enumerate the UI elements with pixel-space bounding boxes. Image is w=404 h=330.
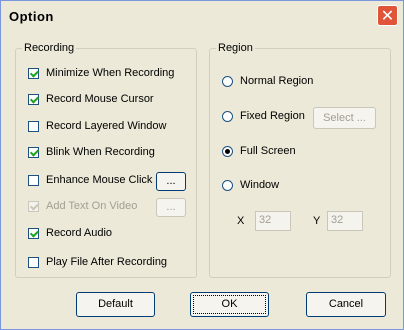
- record-layered-window-label: Record Layered Window: [46, 120, 167, 132]
- default-button[interactable]: Default: [76, 292, 155, 317]
- play-file-after-recording-option[interactable]: Play File After Recording: [28, 254, 167, 270]
- x-field: 32: [255, 211, 291, 231]
- enhance-mouse-click-checkbox[interactable]: [28, 174, 39, 186]
- record-mouse-cursor-option[interactable]: Record Mouse Cursor: [28, 91, 154, 107]
- minimize-when-recording-option[interactable]: Minimize When Recording: [28, 65, 174, 81]
- window-radio[interactable]: [222, 179, 233, 191]
- select-region-button: Select ...: [313, 107, 376, 129]
- region-group: Region Normal Region Fixed Region Select…: [209, 42, 391, 278]
- blink-when-recording-option[interactable]: Blink When Recording: [28, 144, 155, 160]
- fixed-region-option[interactable]: Fixed Region: [222, 108, 305, 124]
- minimize-when-recording-checkbox[interactable]: [28, 67, 39, 79]
- add-text-settings-button: ...: [156, 198, 186, 217]
- play-file-after-recording-checkbox[interactable]: [28, 256, 39, 268]
- record-layered-window-option[interactable]: Record Layered Window: [28, 118, 166, 134]
- record-audio-label: Record Audio: [46, 227, 113, 239]
- title-bar: Option ✕: [1, 1, 403, 31]
- enhance-mouse-click-label: Enhance Mouse Click: [46, 174, 153, 186]
- minimize-when-recording-label: Minimize When Recording: [46, 67, 175, 79]
- close-icon: ✕: [380, 6, 395, 25]
- full-screen-option[interactable]: Full Screen: [222, 143, 296, 159]
- dialog-title: Option: [9, 9, 54, 24]
- add-text-on-video-option: Add Text On Video: [28, 198, 137, 214]
- record-audio-option[interactable]: Record Audio: [28, 225, 112, 241]
- record-mouse-cursor-checkbox[interactable]: [28, 93, 39, 105]
- y-field: 32: [327, 211, 363, 231]
- full-screen-label: Full Screen: [240, 145, 296, 157]
- record-layered-window-checkbox[interactable]: [28, 120, 39, 132]
- normal-region-option[interactable]: Normal Region: [222, 73, 313, 89]
- normal-region-label: Normal Region: [240, 75, 314, 87]
- ok-button[interactable]: OK: [190, 292, 269, 317]
- blink-when-recording-label: Blink When Recording: [46, 146, 155, 158]
- record-audio-checkbox[interactable]: [28, 227, 39, 239]
- fixed-region-radio[interactable]: [222, 110, 233, 122]
- recording-group: Recording Minimize When Recording Record…: [15, 42, 197, 278]
- y-label: Y: [313, 215, 321, 227]
- fixed-region-label: Fixed Region: [240, 110, 305, 122]
- region-group-label: Region: [216, 42, 255, 54]
- add-text-on-video-label: Add Text On Video: [46, 200, 138, 212]
- cancel-button[interactable]: Cancel: [306, 292, 386, 317]
- record-mouse-cursor-label: Record Mouse Cursor: [46, 93, 154, 105]
- add-text-on-video-checkbox: [28, 200, 39, 212]
- full-screen-radio[interactable]: [222, 145, 233, 157]
- option-dialog: Option ✕ Recording Minimize When Recordi…: [0, 0, 404, 330]
- normal-region-radio[interactable]: [222, 75, 233, 87]
- blink-when-recording-checkbox[interactable]: [28, 146, 39, 158]
- recording-group-label: Recording: [22, 42, 77, 54]
- close-button[interactable]: ✕: [377, 5, 398, 26]
- enhance-mouse-click-option[interactable]: Enhance Mouse Click: [28, 172, 152, 188]
- window-option[interactable]: Window: [222, 177, 279, 193]
- window-label: Window: [240, 179, 280, 191]
- enhance-mouse-click-settings-button[interactable]: ...: [156, 172, 186, 191]
- x-label: X: [237, 215, 245, 227]
- play-file-after-recording-label: Play File After Recording: [46, 256, 168, 268]
